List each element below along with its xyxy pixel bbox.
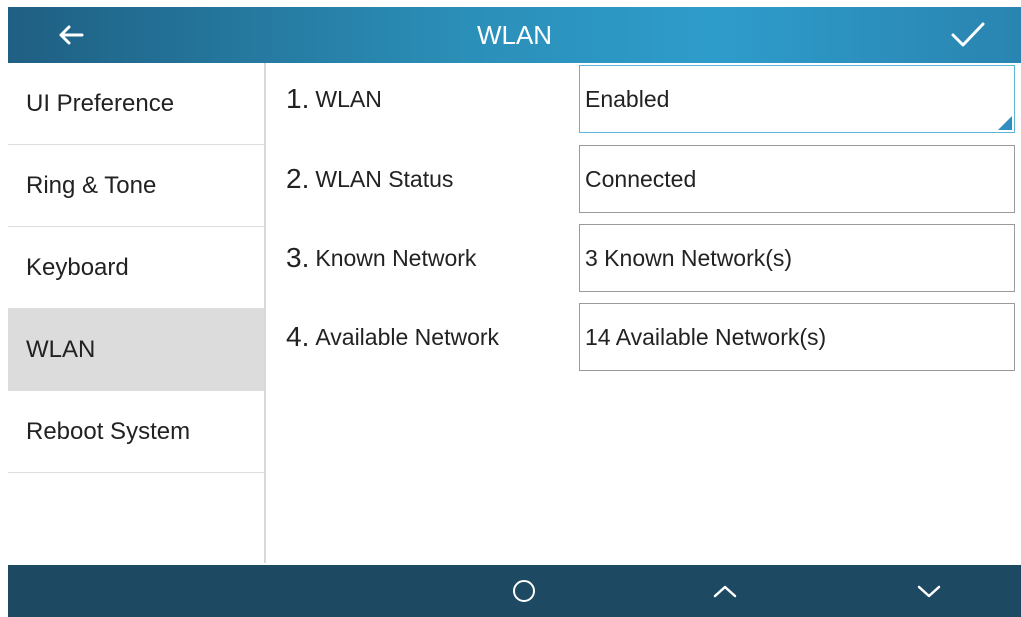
setting-label: 1. WLAN [286,65,382,133]
dropdown-corner-icon [998,116,1012,130]
sidebar-item-wlan[interactable]: WLAN [8,309,264,391]
title-bar: WLAN [8,7,1021,63]
setting-number: 4. [286,321,310,352]
wlan-status-field[interactable]: Connected [579,145,1015,213]
sidebar: UI Preference Ring & Tone Keyboard WLAN … [8,63,266,563]
sidebar-item-keyboard[interactable]: Keyboard [8,227,264,309]
circle-icon [513,580,535,602]
sidebar-item-label: Keyboard [26,253,129,281]
screen: WLAN UI Preference Ring & Tone Keyboard … [0,0,1021,617]
save-button[interactable] [943,7,993,63]
sidebar-item-reboot-system[interactable]: Reboot System [8,391,264,473]
chevron-down-icon [917,585,941,598]
setting-label: 3. Known Network [286,224,476,292]
setting-label-text: Available Network [315,323,500,350]
setting-number: 1. [286,83,310,114]
sidebar-item-label: UI Preference [26,89,175,117]
setting-row-available-network: 4. Available Network 14 Available Networ… [266,303,1021,371]
setting-number: 3. [286,242,310,273]
setting-number: 2. [286,163,310,194]
sidebar-item-label: Reboot System [26,417,191,445]
settings-panel: 1. WLAN Enabled 2. WLAN Status Connected… [266,63,1021,563]
checkmark-icon [951,22,985,47]
softkey-bar [8,565,1021,617]
scroll-up-softkey[interactable] [690,565,760,617]
known-network-value: 3 Known Network(s) [585,244,793,271]
home-softkey[interactable] [489,565,559,617]
available-network-value: 14 Available Network(s) [585,323,827,350]
setting-row-wlan: 1. WLAN Enabled [266,65,1021,133]
scroll-down-softkey[interactable] [894,565,964,617]
sidebar-item-ring-tone[interactable]: Ring & Tone [8,145,264,227]
setting-label-text: WLAN [315,85,382,112]
chevron-up-icon [713,585,737,598]
wlan-select-value: Enabled [585,85,670,112]
setting-row-known-network: 3. Known Network 3 Known Network(s) [266,224,1021,292]
setting-label: 4. Available Network [286,303,499,371]
known-network-field[interactable]: 3 Known Network(s) [579,224,1015,292]
setting-row-wlan-status: 2. WLAN Status Connected [266,145,1021,213]
setting-label: 2. WLAN Status [286,145,453,213]
available-network-field[interactable]: 14 Available Network(s) [579,303,1015,371]
arrow-left-icon [59,25,84,45]
sidebar-item-ui-preference[interactable]: UI Preference [8,63,264,145]
page-title: WLAN [476,19,553,50]
back-button[interactable] [46,7,96,63]
sidebar-item-label: WLAN [26,335,96,363]
sidebar-item-label: Ring & Tone [26,171,157,199]
setting-label-text: WLAN Status [315,165,454,192]
wlan-select[interactable]: Enabled [579,65,1015,133]
wlan-status-value: Connected [585,165,697,192]
setting-label-text: Known Network [315,244,477,271]
